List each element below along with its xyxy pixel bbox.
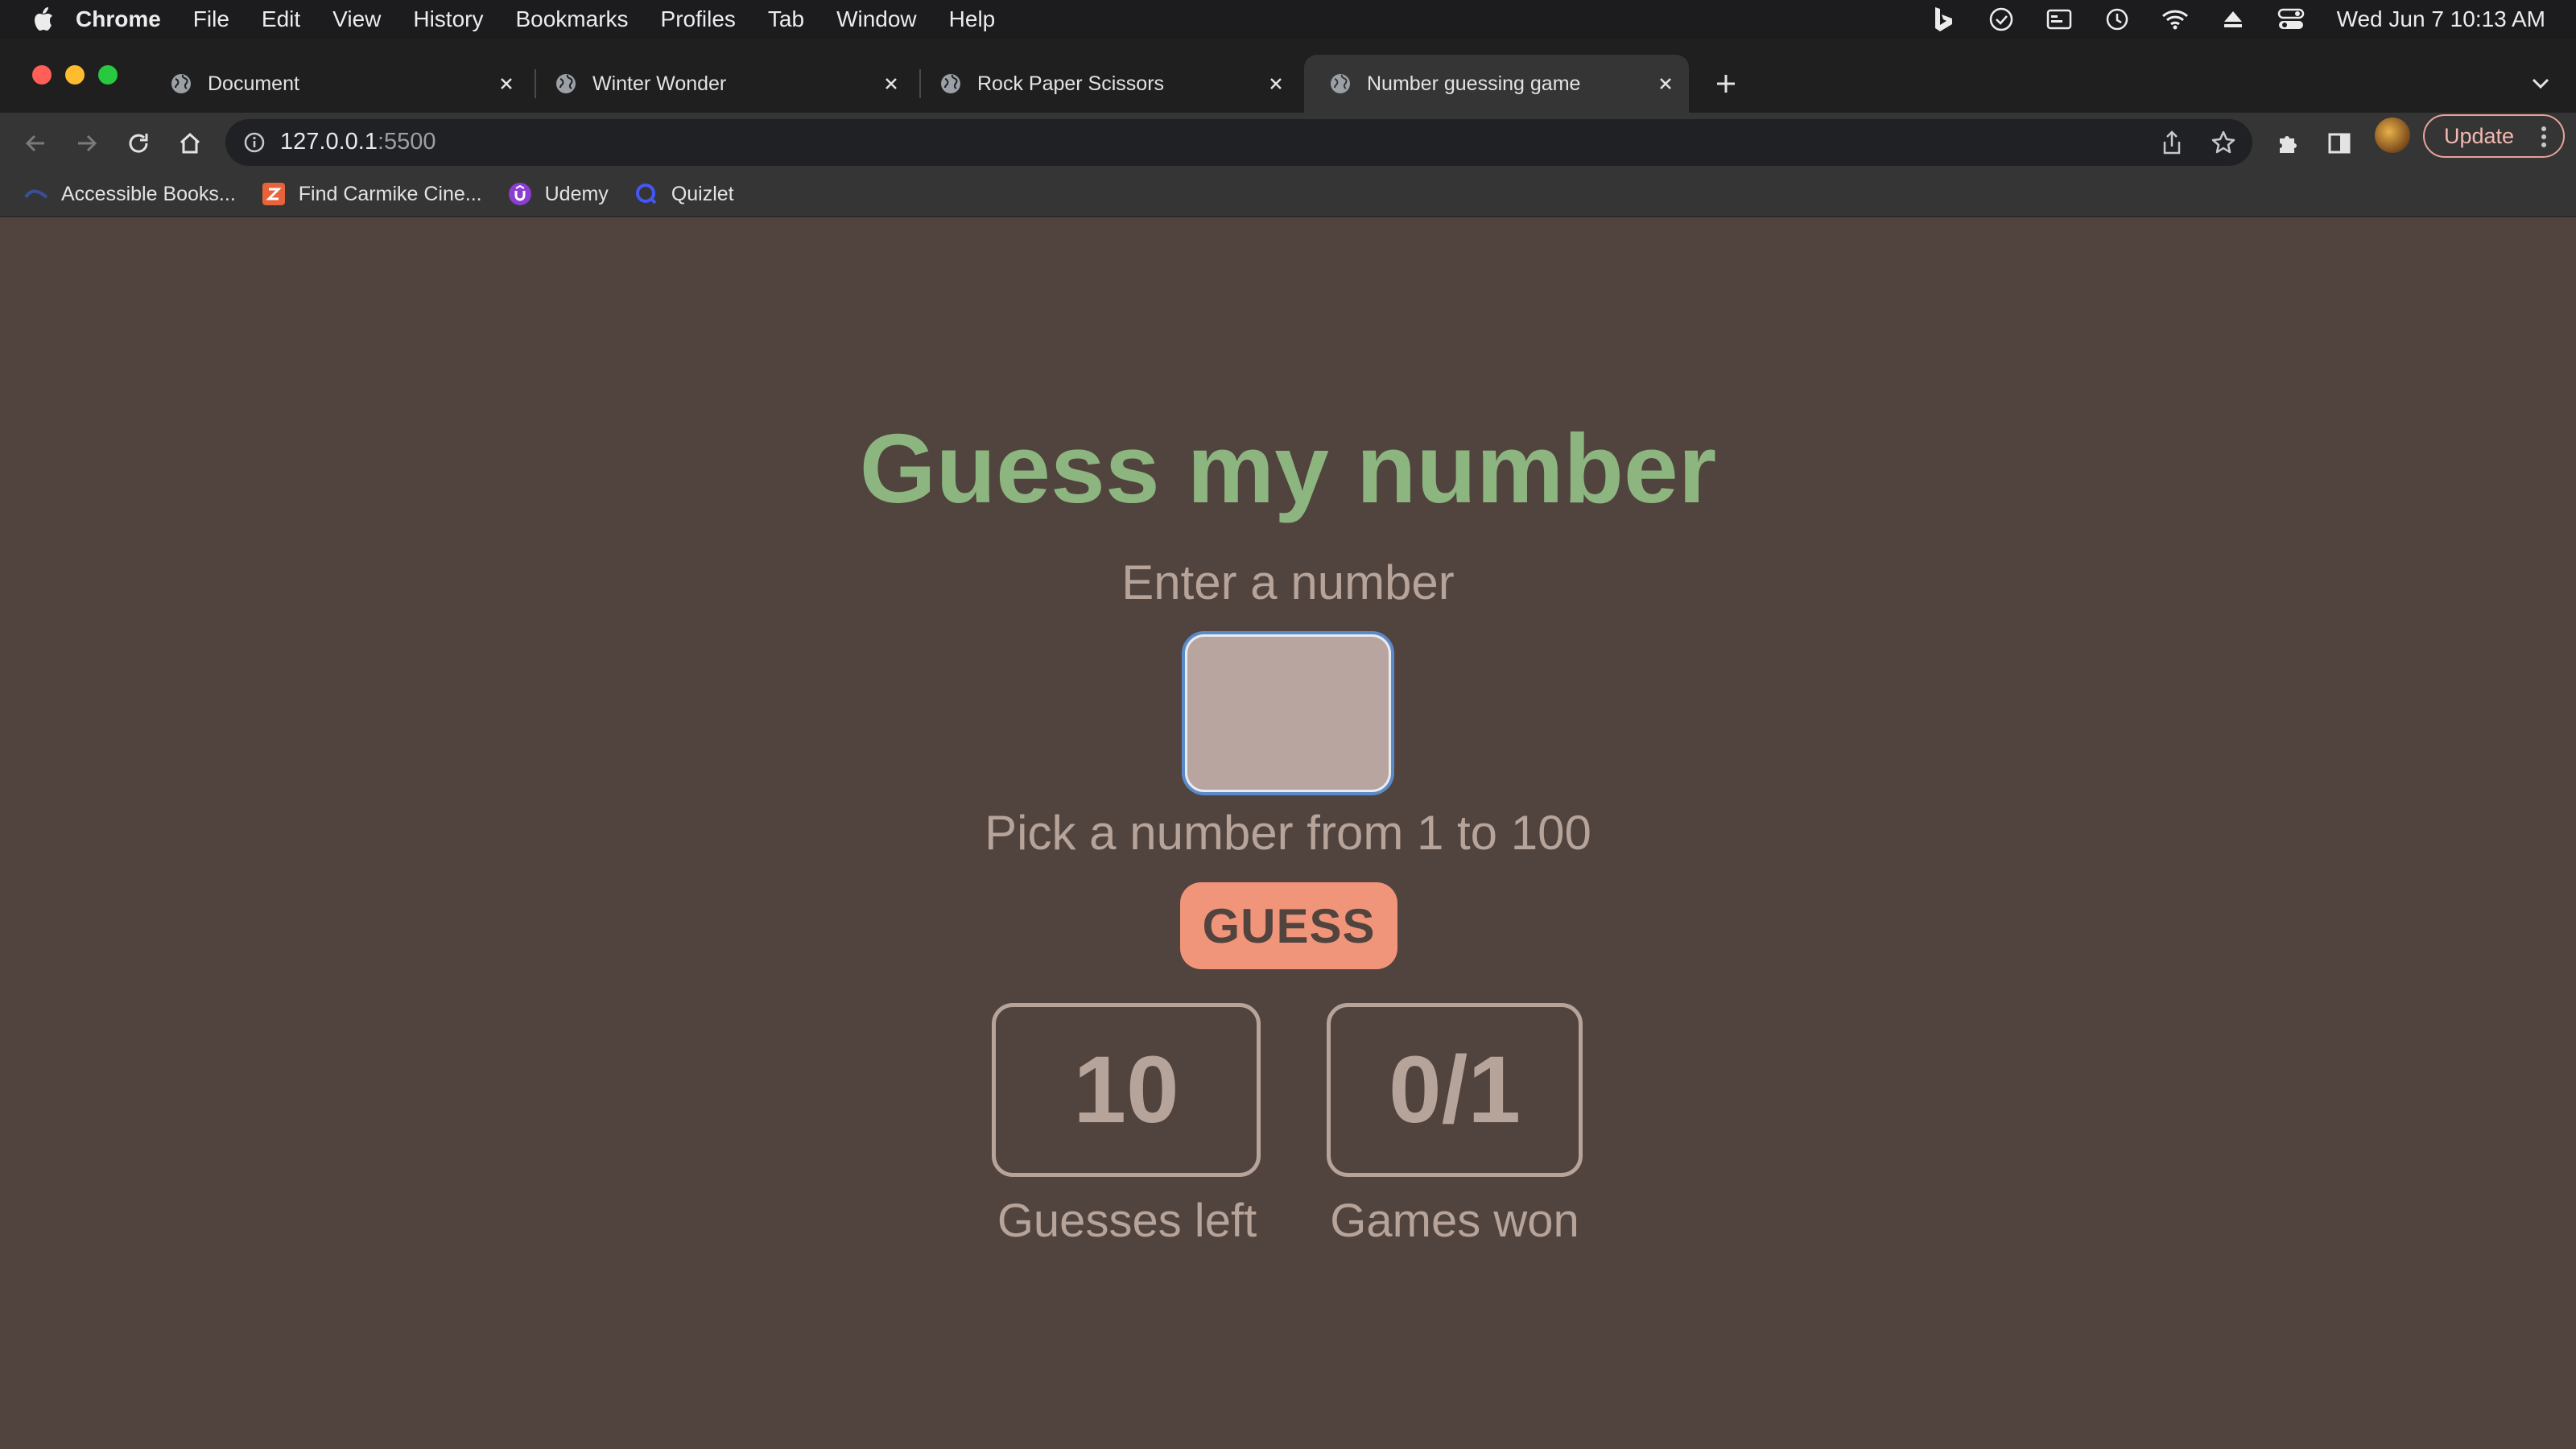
bookmark-accessible-books[interactable]: Accessible Books... xyxy=(24,182,236,206)
menu-tab[interactable]: Tab xyxy=(768,6,804,32)
guesses-left-box: 10 xyxy=(992,1003,1261,1177)
window-maximize-button[interactable] xyxy=(98,65,118,85)
bookmark-udemy[interactable]: Udemy xyxy=(508,182,609,206)
globe-icon xyxy=(171,74,191,93)
udemy-icon xyxy=(508,182,532,206)
browser-toolbar: 127.0.0.1:5500 xyxy=(0,113,2576,172)
tab-title: Document xyxy=(208,72,299,95)
url-host: 127.0.0.1 xyxy=(280,129,378,155)
update-button[interactable]: Update xyxy=(2423,114,2565,158)
forward-button[interactable] xyxy=(71,127,103,159)
site-info-icon[interactable] xyxy=(243,131,266,154)
tab-title: Winter Wonder xyxy=(592,72,727,95)
url-port: :5500 xyxy=(377,129,436,155)
accessible-books-icon xyxy=(24,182,48,206)
window-close-button[interactable] xyxy=(32,65,52,85)
reload-icon xyxy=(129,134,148,153)
tab-title: Number guessing game xyxy=(1367,72,1581,95)
globe-icon xyxy=(941,74,960,93)
enter-number-label: Enter a number xyxy=(1121,555,1455,609)
side-panel-button[interactable] xyxy=(2323,127,2355,159)
arrow-left-icon xyxy=(25,134,44,152)
bookmarks-bar: Accessible Books... Find Carmike Cine...… xyxy=(0,172,2576,217)
share-icon[interactable] xyxy=(2159,130,2185,155)
update-label: Update xyxy=(2444,123,2515,148)
bookmark-star-icon[interactable] xyxy=(2211,130,2236,155)
bookmark-find-carmike[interactable]: Find Carmike Cine... xyxy=(262,182,482,206)
tab-rock-paper-scissors[interactable]: Rock Paper Scissors xyxy=(914,55,1299,113)
menu-bar-clock[interactable]: Wed Jun 7 10:13 AM xyxy=(2337,6,2545,32)
games-won-box: 0/1 xyxy=(1327,1003,1583,1177)
games-won-value: 0/1 xyxy=(1388,1037,1521,1143)
address-bar[interactable]: 127.0.0.1:5500 xyxy=(225,119,2252,166)
close-icon[interactable] xyxy=(1264,72,1288,96)
menu-edit[interactable]: Edit xyxy=(262,6,300,32)
puzzle-icon xyxy=(2280,136,2297,153)
home-button[interactable] xyxy=(174,127,206,159)
bookmark-label: Accessible Books... xyxy=(61,182,236,205)
address-url: 127.0.0.1:5500 xyxy=(280,129,436,155)
game-title: Guess my number xyxy=(859,414,1717,523)
close-icon[interactable] xyxy=(879,72,903,96)
carmike-icon xyxy=(262,182,286,206)
tab-winter-wonder[interactable]: Winter Wonder xyxy=(530,55,914,113)
apple-icon[interactable] xyxy=(31,6,55,33)
eject-icon[interactable] xyxy=(2219,6,2247,33)
bookmark-label: Find Carmike Cine... xyxy=(298,182,482,205)
back-button[interactable] xyxy=(19,127,52,159)
home-icon xyxy=(180,132,200,154)
bookmark-label: Quizlet xyxy=(671,182,734,205)
menu-app-chrome[interactable]: Chrome xyxy=(76,6,161,32)
macos-menu-bar: Chrome File Edit View History Bookmarks … xyxy=(0,0,2576,39)
games-won-label: Games won xyxy=(1330,1195,1579,1247)
clock-check-icon[interactable] xyxy=(1988,6,2015,33)
page-viewport: Guess my number Enter a number Pick a nu… xyxy=(0,217,2576,1449)
tab-search-button[interactable] xyxy=(2526,69,2555,98)
bing-icon[interactable] xyxy=(1930,6,1957,33)
close-icon[interactable] xyxy=(1653,72,1678,96)
guess-number-input[interactable] xyxy=(1182,631,1394,795)
menu-view[interactable]: View xyxy=(332,6,381,32)
close-icon[interactable] xyxy=(494,72,518,96)
more-vert-icon xyxy=(2541,126,2546,147)
extensions-button[interactable] xyxy=(2272,127,2304,159)
menu-help[interactable]: Help xyxy=(949,6,996,32)
globe-icon xyxy=(1331,74,1350,93)
tab-title: Rock Paper Scissors xyxy=(977,72,1165,95)
menu-window[interactable]: Window xyxy=(836,6,917,32)
control-center-icon[interactable] xyxy=(2277,6,2305,33)
arrow-right-icon xyxy=(78,134,97,152)
card-icon[interactable] xyxy=(2046,6,2073,33)
bookmark-quizlet[interactable]: Quizlet xyxy=(634,182,734,206)
tab-document[interactable]: Document xyxy=(145,55,530,113)
new-tab-button[interactable] xyxy=(1710,68,1742,100)
window-minimize-button[interactable] xyxy=(65,65,85,85)
menu-history[interactable]: History xyxy=(413,6,483,32)
wifi-icon[interactable] xyxy=(2161,6,2189,33)
range-hint: Pick a number from 1 to 100 xyxy=(985,806,1591,860)
profile-avatar[interactable] xyxy=(2375,118,2410,153)
plus-icon xyxy=(1717,75,1735,93)
menu-profiles[interactable]: Profiles xyxy=(661,6,736,32)
menu-bookmarks[interactable]: Bookmarks xyxy=(515,6,628,32)
side-panel-icon xyxy=(2328,133,2351,154)
tab-number-guessing-game[interactable]: Number guessing game xyxy=(1304,55,1689,113)
guesses-left-label: Guesses left xyxy=(997,1195,1257,1247)
time-machine-icon[interactable] xyxy=(2103,6,2131,33)
menu-bar-status-area: Wed Jun 7 10:13 AM xyxy=(1899,0,2545,39)
chevron-down-icon xyxy=(2532,78,2549,89)
quizlet-icon xyxy=(634,182,658,206)
guesses-left-value: 10 xyxy=(1073,1037,1179,1143)
menu-file[interactable]: File xyxy=(193,6,229,32)
tab-strip: Document Winter Wonder Rock Paper Scisso… xyxy=(0,39,2576,113)
guess-button[interactable]: GUESS xyxy=(1180,882,1397,969)
reload-button[interactable] xyxy=(122,127,155,159)
bookmark-label: Udemy xyxy=(544,182,609,205)
globe-icon xyxy=(556,74,576,93)
